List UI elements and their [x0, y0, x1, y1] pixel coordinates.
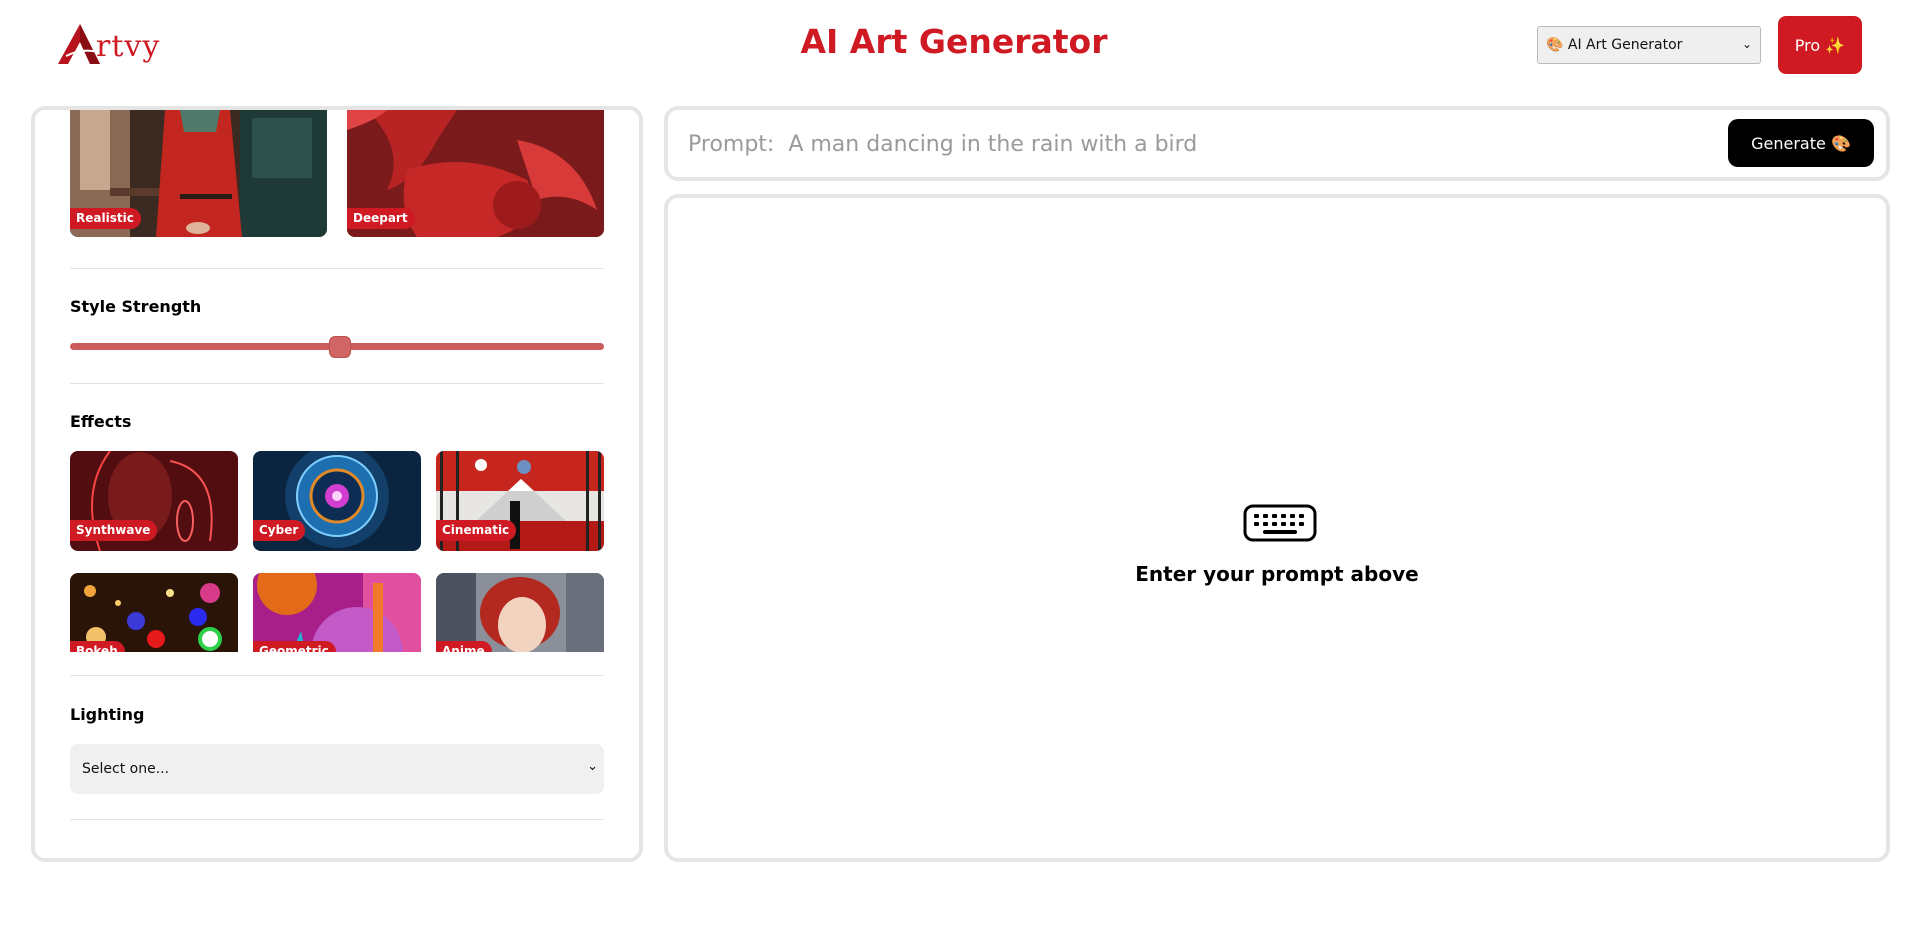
style-label: Deepart: [347, 208, 415, 229]
lighting-select-value: Select one...: [82, 761, 170, 777]
chevron-down-icon: ⌄: [1741, 37, 1752, 51]
prompt-bar: Generate 🎨: [664, 106, 1890, 181]
divider: [70, 819, 604, 820]
effect-label: Bokeh: [70, 641, 125, 652]
style-label: Realistic: [70, 208, 141, 229]
prompt-input[interactable]: [688, 124, 1688, 164]
tool-select[interactable]: 🎨 AI Art Generator ⌄: [1537, 26, 1761, 64]
effect-label: Cyber: [253, 520, 306, 541]
pro-button[interactable]: Pro ✨: [1778, 16, 1862, 74]
effect-label: Synthwave: [70, 520, 158, 541]
style-strength-thumb[interactable]: [329, 336, 351, 358]
effect-label: Anime: [436, 641, 492, 652]
effects-title: Effects: [70, 412, 132, 431]
style-strength-title: Style Strength: [70, 297, 202, 316]
lighting-select[interactable]: Select one... ⌄: [70, 744, 604, 794]
chevron-down-icon: ⌄: [587, 759, 598, 774]
effect-card-cyber[interactable]: Cyber: [253, 451, 421, 551]
effect-card-anime[interactable]: Anime: [436, 573, 604, 652]
style-card-realistic[interactable]: Realistic: [70, 110, 327, 237]
lighting-title: Lighting: [70, 705, 145, 724]
divider: [70, 383, 604, 384]
effect-label: Cinematic: [436, 520, 517, 541]
effect-card-cinematic[interactable]: Cinematic: [436, 451, 604, 551]
effect-card-geometric[interactable]: Geometric: [253, 573, 421, 652]
settings-panel[interactable]: Realistic Deepart Style Strength Effects: [31, 106, 643, 862]
generate-button[interactable]: Generate 🎨: [1728, 119, 1874, 167]
style-card-deepart[interactable]: Deepart: [347, 110, 604, 237]
effect-card-synthwave[interactable]: Synthwave: [70, 451, 238, 551]
output-panel: Enter your prompt above: [664, 194, 1890, 862]
empty-state-text: Enter your prompt above: [1135, 562, 1419, 586]
divider: [70, 268, 604, 269]
effect-card-bokeh[interactable]: Bokeh: [70, 573, 238, 652]
tool-select-value: 🎨 AI Art Generator: [1546, 37, 1683, 53]
effect-label: Geometric: [253, 641, 336, 652]
keyboard-icon: [1243, 504, 1317, 542]
divider: [70, 675, 604, 676]
